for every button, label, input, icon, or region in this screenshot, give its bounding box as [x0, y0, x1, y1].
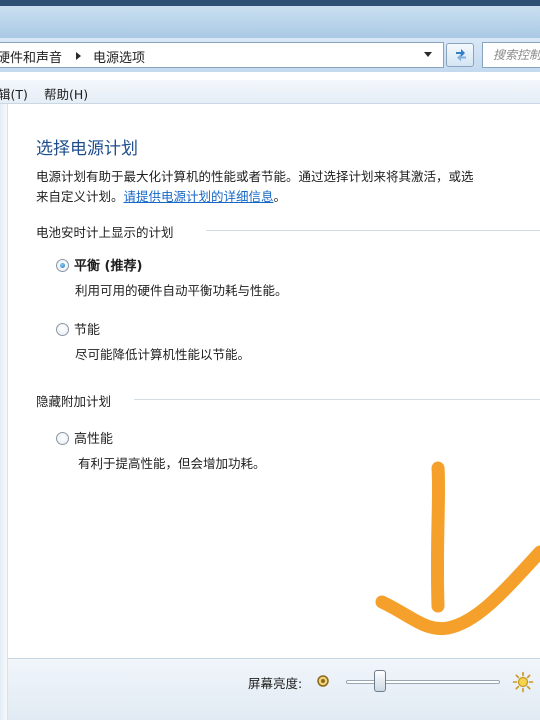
search-box[interactable] [482, 42, 540, 68]
page-description-line-1: 电源计划有助于最大化计算机的性能或者节能。通过选择计划来将其激活，或选 [36, 169, 474, 184]
brightness-slider-track[interactable] [346, 680, 500, 684]
plan-high-performance-name[interactable]: 高性能 [74, 428, 113, 447]
address-bar[interactable]: 硬件和声音 电源选项 [0, 42, 444, 68]
plan-high-performance-description: 有利于提高性能，但会增加功耗。 [78, 456, 266, 471]
breadcrumb-hardware-sound[interactable]: 硬件和声音 [0, 47, 62, 66]
description-prefix: 来自定义计划。 [36, 189, 124, 204]
brightness-label: 屏幕亮度: [248, 676, 303, 691]
window-frame-top [0, 0, 540, 38]
page-title: 选择电源计划 [36, 139, 138, 159]
menu-item-edit[interactable]: 辑(T) [0, 84, 28, 103]
brightness-high-icon[interactable] [512, 671, 534, 693]
task-pane-edge [0, 104, 8, 720]
plan-balanced-description: 利用可用的硬件自动平衡功耗与性能。 [75, 283, 288, 298]
address-history-chevron-down-icon[interactable] [424, 52, 432, 57]
menu-item-help[interactable]: 帮助(H) [44, 84, 88, 103]
section-divider [206, 230, 540, 231]
hidden-plans-heading[interactable]: 隐藏附加计划 [36, 391, 111, 410]
plan-balanced-name[interactable]: 平衡 (推荐) [74, 255, 142, 274]
search-input[interactable] [483, 43, 540, 67]
plan-details-link[interactable]: 请提供电源计划的详细信息 [124, 189, 274, 204]
plan-power-saver-description: 尽可能降低计算机性能以节能。 [75, 347, 251, 362]
section-divider [134, 399, 540, 400]
refresh-icon [456, 49, 466, 62]
breadcrumb-separator-icon[interactable] [76, 52, 81, 60]
breadcrumb-power-options[interactable]: 电源选项 [93, 47, 145, 66]
plan-balanced-radio[interactable] [56, 259, 69, 272]
brightness-low-icon[interactable] [316, 674, 330, 688]
plan-power-saver-name[interactable]: 节能 [74, 319, 100, 338]
brightness-slider-thumb[interactable] [373, 670, 386, 692]
window-frame-edge [0, 0, 540, 6]
battery-plans-heading: 电池安时计上显示的计划 [36, 225, 174, 240]
refresh-button[interactable] [446, 43, 474, 67]
plan-high-performance-radio[interactable] [56, 432, 69, 445]
address-bar-row: 硬件和声音 电源选项 [0, 38, 540, 72]
page-description-line-2: 来自定义计划。请提供电源计划的详细信息。 [36, 186, 286, 205]
plan-power-saver-radio[interactable] [56, 323, 69, 336]
menu-bar: 辑(T) 帮助(H) [0, 80, 540, 104]
description-suffix: 。 [273, 189, 287, 204]
